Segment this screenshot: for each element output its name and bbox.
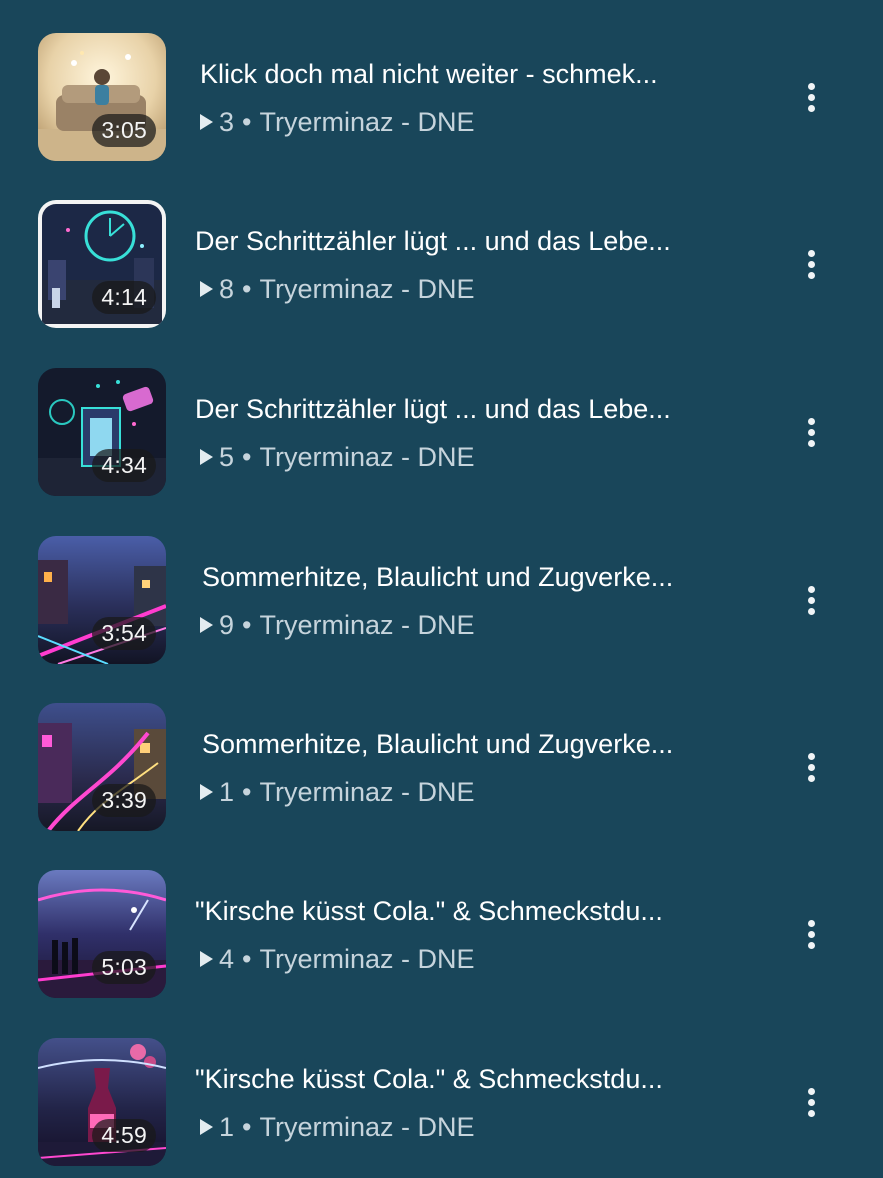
- more-vertical-icon[interactable]: [794, 578, 830, 624]
- video-title[interactable]: Der Schrittzähler lügt ... und das Lebe.…: [195, 226, 755, 257]
- play-count: 1: [219, 777, 235, 807]
- duration-badge: 3:39: [92, 784, 156, 817]
- meta-separator: •: [242, 1112, 252, 1142]
- video-meta: 1 • Tryerminaz - DNE: [200, 777, 475, 808]
- video-list: 3:05 Klick doch mal nicht weiter - schme…: [0, 0, 883, 1178]
- play-count: 8: [219, 274, 235, 304]
- channel-name: Tryerminaz - DNE: [259, 777, 475, 807]
- channel-name: Tryerminaz - DNE: [259, 610, 475, 640]
- more-vertical-icon[interactable]: [794, 745, 830, 791]
- more-vertical-icon[interactable]: [794, 410, 830, 456]
- play-icon: [200, 951, 213, 967]
- meta-separator: •: [242, 107, 252, 137]
- meta-separator: •: [242, 944, 252, 974]
- play-count: 3: [219, 107, 235, 137]
- duration-badge: 3:54: [92, 617, 156, 650]
- video-title[interactable]: Der Schrittzähler lügt ... und das Lebe.…: [195, 394, 755, 425]
- thumbnail[interactable]: 3:05: [38, 33, 166, 161]
- more-vertical-icon[interactable]: [794, 75, 830, 121]
- play-count: 9: [219, 610, 235, 640]
- list-item[interactable]: 4:34 Der Schrittzähler lügt ... und das …: [0, 368, 883, 508]
- video-title[interactable]: "Kirsche küsst Cola." & Schmeckstdu...: [195, 896, 755, 927]
- list-item[interactable]: 3:05 Klick doch mal nicht weiter - schme…: [0, 33, 883, 173]
- thumbnail[interactable]: 4:14: [38, 200, 166, 328]
- channel-name: Tryerminaz - DNE: [259, 274, 475, 304]
- list-item[interactable]: 4:59 "Kirsche küsst Cola." & Schmeckstdu…: [0, 1038, 883, 1178]
- play-icon: [200, 114, 213, 130]
- duration-badge: 4:59: [92, 1119, 156, 1152]
- play-icon: [200, 1119, 213, 1135]
- play-icon: [200, 449, 213, 465]
- video-title[interactable]: Sommerhitze, Blaulicht und Zugverke...: [202, 729, 762, 760]
- video-meta: 1 • Tryerminaz - DNE: [200, 1112, 475, 1143]
- channel-name: Tryerminaz - DNE: [259, 944, 475, 974]
- thumbnail[interactable]: 3:39: [38, 703, 166, 831]
- video-meta: 9 • Tryerminaz - DNE: [200, 610, 475, 641]
- list-item[interactable]: 4:14 Der Schrittzähler lügt ... und das …: [0, 200, 883, 340]
- list-item[interactable]: 3:39 Sommerhitze, Blaulicht und Zugverke…: [0, 703, 883, 843]
- meta-separator: •: [242, 777, 252, 807]
- duration-badge: 3:05: [92, 114, 156, 147]
- duration-badge: 4:14: [92, 281, 156, 314]
- video-meta: 5 • Tryerminaz - DNE: [200, 442, 475, 473]
- thumbnail[interactable]: 3:54: [38, 536, 166, 664]
- play-icon: [200, 281, 213, 297]
- more-vertical-icon[interactable]: [794, 242, 830, 288]
- meta-separator: •: [242, 442, 252, 472]
- thumbnail[interactable]: 4:34: [38, 368, 166, 496]
- thumbnail[interactable]: 4:59: [38, 1038, 166, 1166]
- play-icon: [200, 784, 213, 800]
- thumbnail[interactable]: 5:03: [38, 870, 166, 998]
- video-meta: 4 • Tryerminaz - DNE: [200, 944, 475, 975]
- video-meta: 3 • Tryerminaz - DNE: [200, 107, 475, 138]
- play-count: 4: [219, 944, 235, 974]
- video-meta: 8 • Tryerminaz - DNE: [200, 274, 475, 305]
- more-vertical-icon[interactable]: [794, 912, 830, 958]
- more-vertical-icon[interactable]: [794, 1080, 830, 1126]
- play-count: 5: [219, 442, 235, 472]
- channel-name: Tryerminaz - DNE: [259, 442, 475, 472]
- list-item[interactable]: 5:03 "Kirsche küsst Cola." & Schmeckstdu…: [0, 870, 883, 1010]
- duration-badge: 4:34: [92, 449, 156, 482]
- video-title[interactable]: "Kirsche küsst Cola." & Schmeckstdu...: [195, 1064, 755, 1095]
- duration-badge: 5:03: [92, 951, 156, 984]
- video-title[interactable]: Klick doch mal nicht weiter - schmek...: [200, 59, 760, 90]
- meta-separator: •: [242, 274, 252, 304]
- list-item[interactable]: 3:54 Sommerhitze, Blaulicht und Zugverke…: [0, 536, 883, 676]
- channel-name: Tryerminaz - DNE: [259, 107, 475, 137]
- play-icon: [200, 617, 213, 633]
- play-count: 1: [219, 1112, 235, 1142]
- channel-name: Tryerminaz - DNE: [259, 1112, 475, 1142]
- video-title[interactable]: Sommerhitze, Blaulicht und Zugverke...: [202, 562, 762, 593]
- meta-separator: •: [242, 610, 252, 640]
